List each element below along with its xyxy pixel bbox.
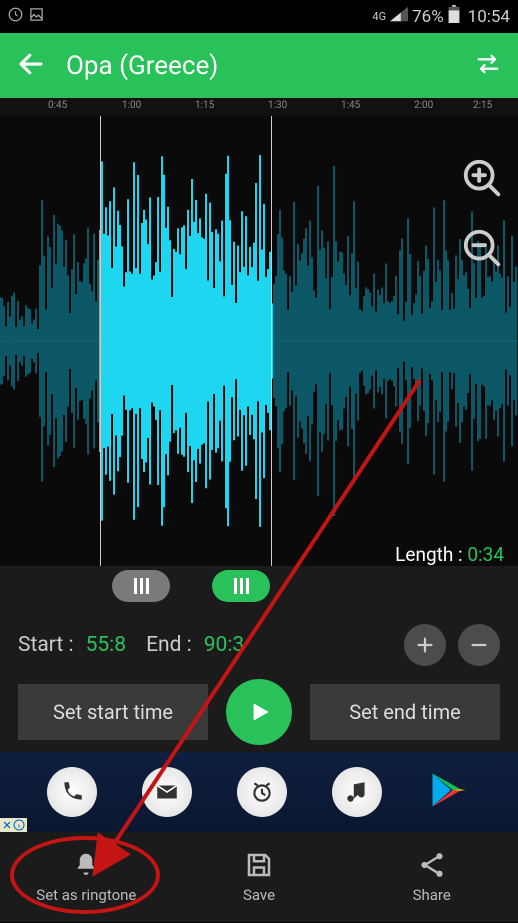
set-start-label: Set start time xyxy=(53,700,173,724)
alarm-icon xyxy=(237,767,287,817)
back-icon[interactable] xyxy=(16,49,46,83)
timeline-ruler: 0:45 1:00 1:15 1:30 1:45 2:00 2:15 xyxy=(0,98,518,116)
times-row: Start : 55:8 End : 90:3 xyxy=(0,618,518,672)
loop-icon[interactable] xyxy=(474,50,502,82)
tick: 2:00 xyxy=(414,100,433,111)
page-title: Opa (Greece) xyxy=(66,51,474,81)
clock-icon xyxy=(8,7,23,27)
zoom-in-icon[interactable] xyxy=(460,156,506,206)
minus-button[interactable] xyxy=(458,624,500,666)
nav-label: Share xyxy=(413,886,451,904)
selection-end-handle[interactable] xyxy=(212,570,270,602)
grip-icon xyxy=(134,578,149,594)
info-icon xyxy=(13,819,25,831)
save-icon xyxy=(244,850,274,880)
waveform-graphic xyxy=(0,116,518,566)
handles-row xyxy=(0,566,518,606)
mail-icon xyxy=(142,767,192,817)
clock-label: 10:54 xyxy=(468,7,510,27)
signal-icon xyxy=(390,6,408,27)
nav-save[interactable]: Save xyxy=(173,832,346,922)
app-header: Opa (Greece) xyxy=(0,33,518,98)
waveform-editor[interactable]: Length : 0:34 xyxy=(0,116,518,566)
ad-banner[interactable] xyxy=(0,752,518,832)
end-value: 90:3 xyxy=(204,633,245,657)
status-bar: 4G 76% 10:54 xyxy=(0,0,518,33)
tick: 1:30 xyxy=(268,100,287,111)
set-end-button[interactable]: Set end time xyxy=(310,684,500,740)
phone-icon xyxy=(47,767,97,817)
network-label: 4G xyxy=(372,10,386,23)
nav-label: Save xyxy=(243,886,275,904)
end-label: End : xyxy=(146,633,192,657)
ad-badge[interactable] xyxy=(0,818,27,832)
controls-row: Set start time Set end time xyxy=(0,672,518,752)
tick: 1:45 xyxy=(341,100,360,111)
battery-label: 76% xyxy=(412,7,444,27)
bottom-nav: Set as ringtone Save Share xyxy=(0,832,518,922)
image-icon xyxy=(29,7,44,27)
music-icon xyxy=(332,767,382,817)
play-icon xyxy=(246,699,272,725)
battery-icon xyxy=(448,5,460,28)
zoom-out-icon[interactable] xyxy=(460,226,506,276)
plus-button[interactable] xyxy=(404,624,446,666)
start-label: Start : xyxy=(18,633,74,657)
length-label: Length : xyxy=(395,543,462,566)
nav-label: Set as ringtone xyxy=(36,886,136,904)
play-button[interactable] xyxy=(226,679,292,745)
length-value: 0:34 xyxy=(467,543,504,566)
nav-set-ringtone[interactable]: Set as ringtone xyxy=(0,832,173,922)
grip-icon xyxy=(234,578,249,594)
set-end-label: Set end time xyxy=(349,700,460,724)
bell-icon xyxy=(71,850,101,880)
tick: 1:15 xyxy=(195,100,214,111)
set-start-button[interactable]: Set start time xyxy=(18,684,208,740)
share-icon xyxy=(417,850,447,880)
tick: 2:15 xyxy=(473,100,492,111)
tick: 0:45 xyxy=(48,100,67,111)
tick: 1:00 xyxy=(122,100,141,111)
play-store-icon xyxy=(427,768,471,816)
close-icon xyxy=(2,820,12,830)
selection-start-handle[interactable] xyxy=(112,570,170,602)
start-value: 55:8 xyxy=(86,633,127,657)
nav-share[interactable]: Share xyxy=(345,832,518,922)
